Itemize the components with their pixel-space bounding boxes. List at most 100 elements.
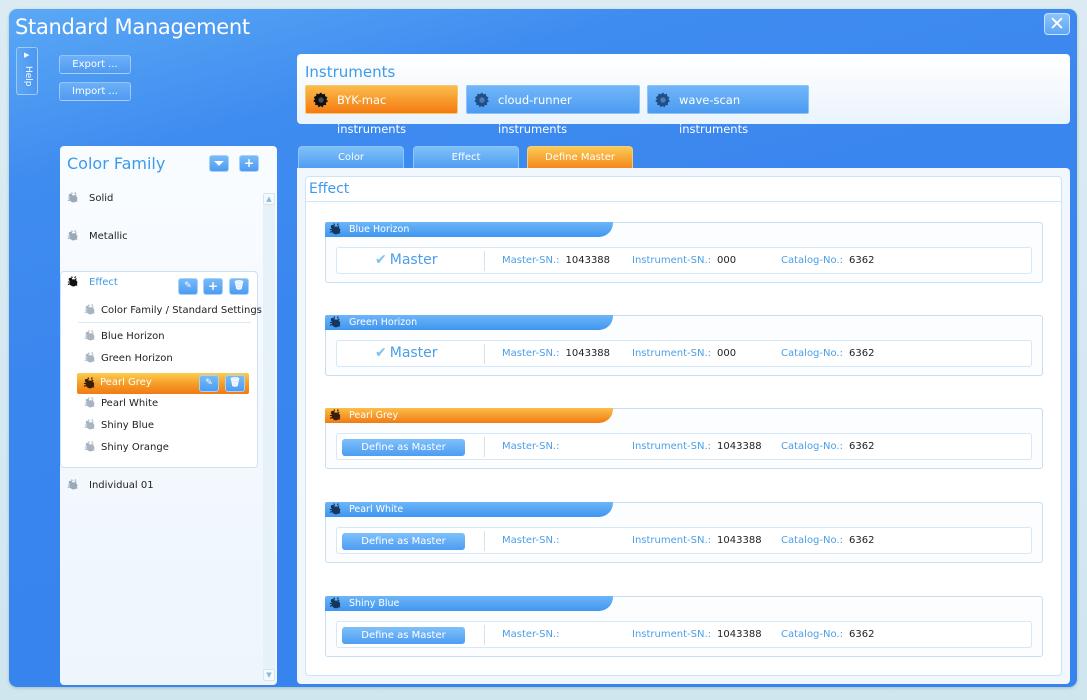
checkmark-icon: ✔ xyxy=(375,252,387,268)
card-title: Blue Horizon xyxy=(349,224,410,235)
standard-item-green-horizon[interactable]: Green Horizon xyxy=(84,353,254,367)
scroll-up-icon[interactable]: ▲ xyxy=(263,193,275,205)
family-item-solid[interactable]: Solid xyxy=(67,193,247,207)
define-as-master-button[interactable]: Define as Master xyxy=(342,439,465,456)
field-value: 6362 xyxy=(848,629,875,640)
import-button[interactable]: Import ... xyxy=(59,82,131,101)
standard-item-shiny-blue[interactable]: Shiny Blue xyxy=(84,420,254,434)
standard-label: Green Horizon xyxy=(101,353,173,364)
family-label: Individual 01 xyxy=(89,480,154,491)
card-title: Pearl White xyxy=(349,504,404,515)
bug-icon xyxy=(329,409,342,422)
color-family-heading: Color Family xyxy=(67,154,166,173)
bug-icon xyxy=(84,397,96,409)
close-button[interactable]: ✕ xyxy=(1044,13,1070,35)
standard-label: Pearl Grey xyxy=(100,377,152,388)
edit-icon: ✎ xyxy=(184,281,192,291)
field-label: Instrument-SN.: xyxy=(632,629,712,640)
instrument-sn-field: Instrument-SN.: 1043388 xyxy=(632,441,762,452)
standard-label: Blue Horizon xyxy=(101,331,165,342)
field-label: Master-SN.: xyxy=(502,348,560,359)
field-value: 6362 xyxy=(848,348,875,359)
field-label: Catalog-No.: xyxy=(781,535,843,546)
master-label: Master xyxy=(389,345,438,361)
add-family-button[interactable]: + xyxy=(239,155,259,172)
bug-icon xyxy=(84,441,96,453)
instrument-cloud-runner-button[interactable]: cloud-runner instruments xyxy=(466,85,640,136)
divider xyxy=(306,201,1061,202)
edit-standard-button[interactable]: ✎ xyxy=(199,375,219,392)
card-details: Define as Master Master-SN.: Instrument-… xyxy=(336,527,1032,554)
gear-icon xyxy=(473,91,491,109)
field-label: Instrument-SN.: xyxy=(632,348,712,359)
card-header: Shiny Blue xyxy=(325,596,613,611)
bug-icon xyxy=(67,276,79,288)
collapse-all-button[interactable]: ⏷ xyxy=(209,155,229,172)
collapse-icon: ⏷ xyxy=(214,156,224,170)
standard-settings-item[interactable]: Color Family / Standard Settings xyxy=(84,305,262,319)
define-as-master-button[interactable]: Define as Master xyxy=(342,627,465,644)
divider xyxy=(484,251,485,271)
standard-item-shiny-orange[interactable]: Shiny Orange xyxy=(84,442,254,456)
bug-icon xyxy=(67,192,79,204)
instruments-heading: Instruments xyxy=(305,63,396,81)
master-sn-field: Master-SN.: 1043388 xyxy=(502,348,610,359)
field-label: Master-SN.: xyxy=(502,535,560,546)
standard-management-window: Standard Management ✕ ▶ Help Export ... … xyxy=(9,9,1077,687)
instrument-sn-field: Instrument-SN.: 000 xyxy=(632,255,736,266)
card-header: Green Horizon xyxy=(325,315,613,330)
standard-item-blue-horizon[interactable]: Blue Horizon xyxy=(84,331,254,345)
delete-standard-button[interactable]: 🗑 xyxy=(225,375,245,392)
field-label: Master-SN.: xyxy=(502,629,560,640)
tab-effect[interactable]: Effect xyxy=(413,146,519,168)
field-value: 1043388 xyxy=(717,441,762,452)
field-label: Master-SN.: xyxy=(502,441,560,452)
field-label: Master-SN.: xyxy=(502,255,560,266)
standard-item-pearl-grey[interactable]: Pearl Grey ✎ 🗑 xyxy=(77,373,249,394)
family-item-metallic[interactable]: Metallic xyxy=(67,231,247,245)
standard-item-pearl-white[interactable]: Pearl White xyxy=(84,398,254,412)
field-label: Catalog-No.: xyxy=(781,441,843,452)
master-sn-field: Master-SN.: xyxy=(502,629,566,640)
color-family-scrollbar[interactable]: ▲ ▼ xyxy=(263,193,275,681)
tab-color[interactable]: Color xyxy=(298,146,404,168)
bug-icon xyxy=(83,377,96,390)
card-header: Blue Horizon xyxy=(325,222,613,237)
field-label: Catalog-No.: xyxy=(781,255,843,266)
field-value: 1043388 xyxy=(565,348,611,359)
card-details: ✔ Master Master-SN.: 1043388 Instrument-SN… xyxy=(336,247,1032,274)
help-tab[interactable]: ▶ Help xyxy=(16,47,38,95)
window-title: Standard Management xyxy=(15,15,250,39)
effect-section: Effect Blue Horizon ✔ Master Master-SN.: 1… xyxy=(305,176,1062,676)
trash-icon: 🗑 xyxy=(229,378,241,388)
bug-icon xyxy=(329,503,342,516)
field-value: 000 xyxy=(717,348,737,359)
catalog-no-field: Catalog-No.: 6362 xyxy=(781,629,874,640)
standard-label: Color Family / Standard Settings xyxy=(101,305,262,316)
field-value: 6362 xyxy=(848,255,875,266)
delete-family-button[interactable]: 🗑 xyxy=(229,278,249,295)
color-family-panel: Color Family ⏷ + Solid Metallic Effect ✎… xyxy=(60,146,277,685)
tab-define-master[interactable]: Define Master xyxy=(527,146,633,168)
catalog-no-field: Catalog-No.: 6362 xyxy=(781,535,874,546)
bug-icon xyxy=(329,223,342,236)
define-master-panel: Effect Blue Horizon ✔ Master Master-SN.: 1… xyxy=(297,168,1070,684)
master-sn-field: Master-SN.: xyxy=(502,441,566,452)
define-as-master-button[interactable]: Define as Master xyxy=(342,533,465,550)
family-item-individual-01[interactable]: Individual 01 xyxy=(67,480,247,494)
instrument-wave-scan-button[interactable]: wave-scan instruments xyxy=(647,85,809,136)
edit-icon: ✎ xyxy=(205,378,213,388)
close-icon: ✕ xyxy=(1049,13,1065,35)
field-label: Instrument-SN.: xyxy=(632,441,712,452)
export-button[interactable]: Export ... xyxy=(59,55,131,74)
add-standard-button[interactable]: + xyxy=(203,278,223,295)
edit-family-button[interactable]: ✎ xyxy=(178,278,198,295)
family-item-effect[interactable]: Effect xyxy=(67,277,167,291)
standard-card-blue-horizon: Blue Horizon ✔ Master Master-SN.: 1043388 … xyxy=(325,222,1043,283)
instrument-byk-mac-button[interactable]: BYK-mac instruments xyxy=(305,85,458,136)
plus-icon: + xyxy=(243,156,255,170)
master-sn-field: Master-SN.: xyxy=(502,535,566,546)
divider xyxy=(484,437,485,457)
scroll-down-icon[interactable]: ▼ xyxy=(263,669,275,681)
trash-icon: 🗑 xyxy=(233,281,245,291)
